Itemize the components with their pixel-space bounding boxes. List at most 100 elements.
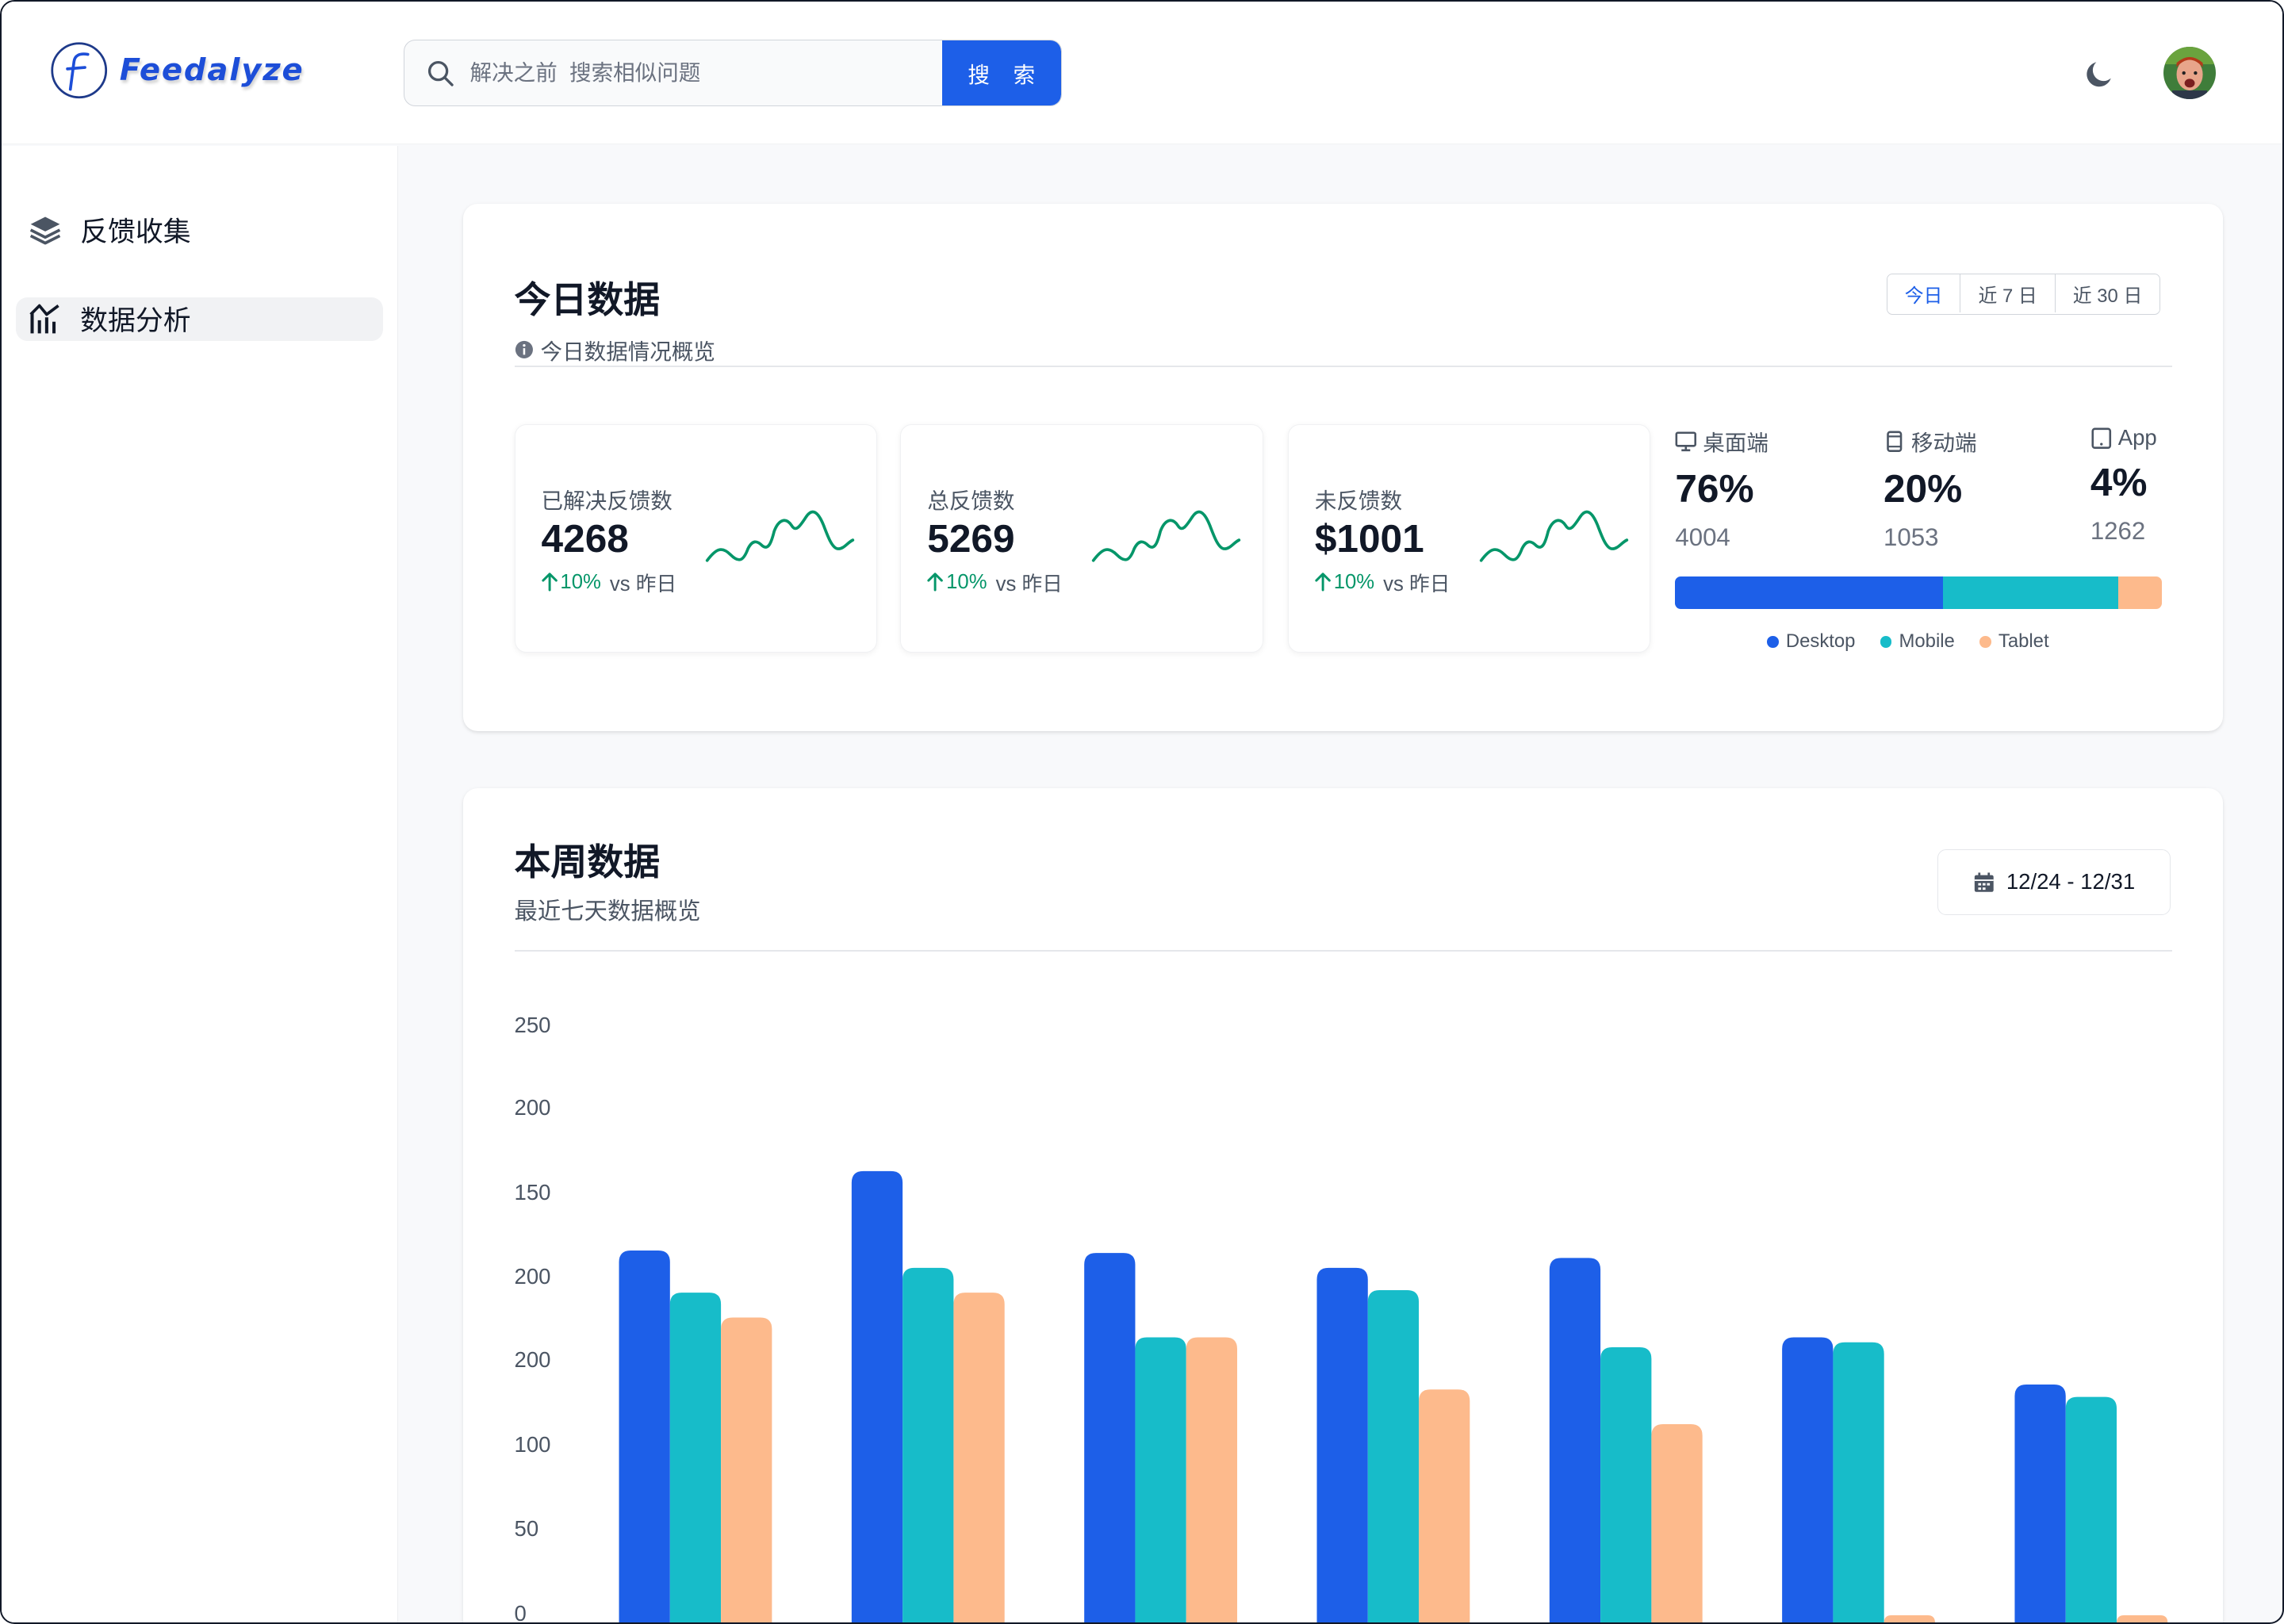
bar-desktop-6[interactable] bbox=[2014, 1384, 2066, 1624]
sidebar-item-analytics[interactable]: 数据分析 bbox=[16, 297, 384, 341]
logo-mark-icon bbox=[50, 41, 107, 98]
mobile-icon bbox=[1887, 431, 1903, 452]
weekly-bar-chart bbox=[619, 1170, 2168, 1624]
stat-value: $1001 bbox=[1314, 515, 1424, 561]
brand-logo[interactable]: Feedalyze bbox=[50, 41, 305, 99]
stat-trend: 10% vs 昨日 bbox=[541, 568, 677, 597]
search-icon bbox=[428, 60, 454, 86]
sidebar-item-feedback[interactable]: 反馈收集 bbox=[16, 209, 383, 252]
analytics-chart-icon bbox=[29, 304, 59, 334]
moon-icon[interactable] bbox=[2082, 57, 2117, 92]
arrow-up-icon bbox=[541, 573, 558, 592]
search-button[interactable]: 搜 索 bbox=[941, 40, 1062, 106]
trend-value: 10% bbox=[1333, 570, 1375, 593]
range-today-button[interactable]: 今日 bbox=[1887, 274, 1961, 313]
device-count: 1053 bbox=[1884, 523, 1939, 552]
week-card: 本周数据 最近七天数据概览 12/24 - 12/31 250 200 150 … bbox=[463, 787, 2223, 1624]
device-app: App 4% 1262 bbox=[2090, 425, 2157, 546]
device-head: App bbox=[2090, 425, 2157, 450]
bar-tablet-1[interactable] bbox=[953, 1292, 1005, 1624]
sparkline-chart bbox=[1091, 510, 1241, 562]
bar-mobile-0[interactable] bbox=[670, 1292, 722, 1624]
today-card: 今日数据 今日数据情况概览 今日 近 7 日 近 30 日 已解决反馈数 426… bbox=[463, 204, 2223, 732]
device-percent: 20% bbox=[1884, 466, 1963, 511]
search-input[interactable] bbox=[469, 59, 942, 86]
stat-value: 4268 bbox=[541, 515, 629, 561]
share-segment-mobile bbox=[1942, 576, 2118, 609]
trend-suffix: vs 昨日 bbox=[995, 573, 1063, 596]
bar-desktop-4[interactable] bbox=[1550, 1258, 1601, 1624]
stat-card-total[interactable]: 总反馈数 5269 10% vs 昨日 bbox=[900, 423, 1263, 653]
sparkline-chart bbox=[1479, 510, 1628, 562]
bar-mobile-4[interactable] bbox=[1600, 1346, 1652, 1624]
trend-up: 10% bbox=[1315, 571, 1374, 594]
stat-label: 未反馈数 bbox=[1314, 488, 1403, 514]
bar-mobile-3[interactable] bbox=[1367, 1289, 1420, 1624]
device-share-bar bbox=[1675, 576, 2162, 609]
legend-item-desktop[interactable]: Desktop bbox=[1767, 630, 1855, 653]
bar-tablet-2[interactable] bbox=[1186, 1337, 1238, 1624]
share-segment-desktop bbox=[1675, 576, 1943, 609]
stat-trend: 10% vs 昨日 bbox=[1315, 568, 1450, 597]
search-bar: 搜 索 bbox=[403, 39, 1063, 107]
avatar[interactable] bbox=[2163, 46, 2216, 100]
tablet-icon bbox=[2091, 427, 2111, 449]
device-percent: 76% bbox=[1675, 466, 1754, 511]
trend-value: 10% bbox=[560, 570, 601, 593]
stat-label: 总反馈数 bbox=[927, 488, 1015, 514]
sidebar-item-label: 数据分析 bbox=[80, 305, 191, 337]
arrow-up-icon bbox=[1315, 573, 1331, 592]
bar-desktop-1[interactable] bbox=[852, 1170, 903, 1624]
bar-mobile-6[interactable] bbox=[2065, 1396, 2117, 1623]
sparkline-chart bbox=[706, 510, 855, 562]
range-30-days-button[interactable]: 近 30 日 bbox=[2055, 274, 2160, 313]
today-title: 今日数据 bbox=[514, 278, 661, 320]
device-count: 1262 bbox=[2090, 517, 2146, 546]
bar-desktop-3[interactable] bbox=[1316, 1267, 1368, 1624]
info-icon bbox=[515, 340, 533, 358]
stat-card-unresolved[interactable]: 未反馈数 $1001 10% vs 昨日 bbox=[1287, 423, 1651, 653]
bar-tablet-6[interactable] bbox=[2117, 1614, 2168, 1624]
trend-up: 10% bbox=[927, 571, 987, 594]
bar-tablet-0[interactable] bbox=[721, 1317, 772, 1624]
bar-desktop-0[interactable] bbox=[619, 1250, 671, 1624]
stat-card-resolved[interactable]: 已解决反馈数 4268 10% vs 昨日 bbox=[514, 423, 877, 653]
trend-suffix: vs 昨日 bbox=[1383, 573, 1450, 596]
legend-label: Tablet bbox=[1998, 630, 2049, 653]
device-mobile: 移动端 20% 1053 bbox=[1884, 425, 1977, 552]
legend-dot bbox=[1767, 636, 1779, 648]
legend-label: Desktop bbox=[1785, 630, 1856, 653]
sidebar: 反馈收集 数据分析 bbox=[2, 145, 398, 1622]
monitor-icon bbox=[1675, 431, 1697, 451]
bar-tablet-3[interactable] bbox=[1419, 1389, 1470, 1624]
bar-mobile-1[interactable] bbox=[902, 1267, 954, 1624]
trend-suffix: vs 昨日 bbox=[609, 573, 677, 596]
stat-value: 5269 bbox=[927, 515, 1015, 561]
legend-dot bbox=[1979, 636, 1991, 648]
stat-label: 已解决反馈数 bbox=[541, 488, 673, 514]
legend-item-mobile[interactable]: Mobile bbox=[1880, 630, 1955, 653]
share-segment-tablet bbox=[2117, 576, 2162, 609]
bar-desktop-5[interactable] bbox=[1782, 1337, 1834, 1624]
layers-icon bbox=[29, 216, 61, 245]
avatar-image bbox=[2163, 46, 2216, 100]
bar-tablet-4[interactable] bbox=[1651, 1423, 1703, 1624]
app-window: Feedalyze 搜 索 bbox=[0, 0, 2284, 1624]
range-7-days-button[interactable]: 近 7 日 bbox=[1960, 274, 2056, 313]
bar-mobile-5[interactable] bbox=[1833, 1342, 1884, 1624]
device-head: 桌面端 bbox=[1675, 425, 1769, 457]
trend-value: 10% bbox=[946, 570, 987, 593]
legend-label: Mobile bbox=[1899, 630, 1955, 653]
bar-mobile-2[interactable] bbox=[1135, 1337, 1186, 1624]
arrow-up-icon bbox=[927, 573, 944, 592]
brand-name: Feedalyze bbox=[119, 52, 305, 88]
device-name: 移动端 bbox=[1910, 431, 1977, 456]
bar-desktop-2[interactable] bbox=[1084, 1252, 1136, 1624]
device-legend: Desktop Mobile Tablet bbox=[1767, 630, 2074, 653]
top-header: Feedalyze 搜 索 bbox=[2, 2, 2282, 144]
bar-tablet-5[interactable] bbox=[1884, 1614, 1936, 1624]
today-subtitle: 今日数据情况概览 bbox=[515, 334, 715, 366]
sidebar-item-label: 反馈收集 bbox=[80, 216, 191, 248]
device-name: 桌面端 bbox=[1703, 431, 1769, 456]
legend-item-tablet[interactable]: Tablet bbox=[1979, 630, 2049, 653]
